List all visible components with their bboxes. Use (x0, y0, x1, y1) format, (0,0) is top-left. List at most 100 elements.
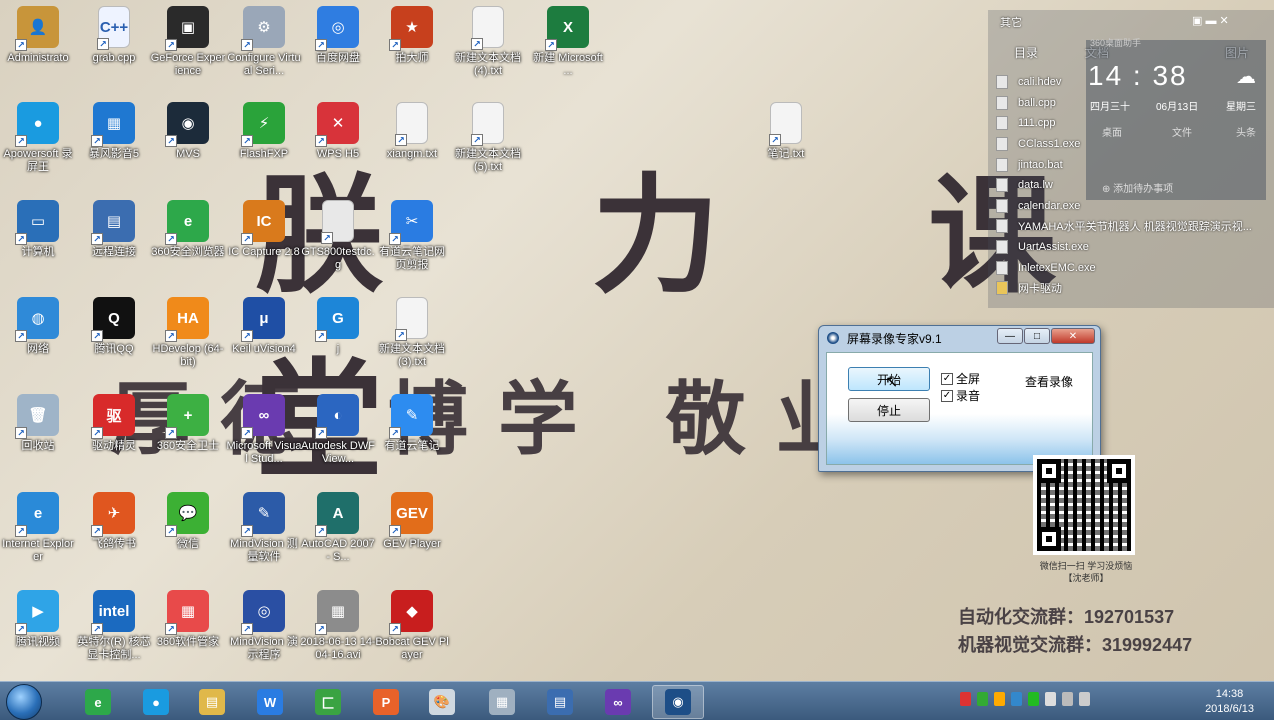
taskbar-button-recorder[interactable]: ◉ (652, 685, 704, 719)
desktop-icon[interactable]: ↗ GTS800testdc.g (300, 200, 376, 272)
desktop-icon[interactable]: ✕ ↗ WPS H5 (300, 102, 376, 161)
qr-finder (1107, 459, 1131, 483)
desktop-icon[interactable]: μ ↗ Keil uVision4 (226, 297, 302, 356)
volume-icon[interactable] (1079, 692, 1090, 706)
desktop-icon[interactable]: A ↗ AutoCAD 2007 - S... (300, 492, 376, 564)
desktop-icon[interactable]: ▦ ↗ 2018-06-13 14-04-16.avi (300, 590, 376, 662)
app-icon: ◆ ↗ (389, 590, 433, 635)
desktop-icon[interactable]: GEV ↗ GEV Player (374, 492, 450, 551)
desktop-icon[interactable]: e ↗ Internet Explorer (0, 492, 76, 564)
network-icon[interactable] (1062, 692, 1073, 706)
desktop-icon[interactable]: ◐ ↗ Autodesk DWF View... (300, 394, 376, 466)
desktop-icon[interactable]: ▦ ↗ 360软件管家 (150, 590, 226, 649)
list-item[interactable]: InletexEMC.exe (996, 257, 1266, 278)
list-item[interactable]: data.lw (996, 175, 1266, 196)
taskbar-button-calculator[interactable]: ▦ (476, 685, 528, 719)
desktop-icon[interactable]: 👤 ↗ Administrato (0, 6, 76, 65)
list-item[interactable]: 111.cpp (996, 113, 1266, 134)
close-button[interactable]: ✕ (1051, 328, 1095, 344)
desktop-icon[interactable]: ✎ ↗ 有道云笔记 (374, 394, 450, 453)
desktop-icon[interactable]: 💬 ↗ 微信 (150, 492, 226, 551)
taskbar-button-wps-ppt[interactable]: P (360, 685, 412, 719)
desktop-icon[interactable]: ● ↗ Apowersoft 录屏王 (0, 102, 76, 174)
desktop-icon[interactable]: ◎ ↗ MindVision 演示程序 (226, 590, 302, 662)
desktop-icon[interactable]: ▶ ↗ 腾讯视频 (0, 590, 76, 649)
icon-label: 英特尔(R) 核芯显卡控制... (77, 636, 151, 661)
list-item[interactable]: jintao.bat (996, 154, 1266, 175)
desktop-icon[interactable]: ↗ 笔记.txt (748, 102, 824, 161)
taskbar-clock[interactable]: 14:38 2018/6/13 (1205, 687, 1254, 717)
list-item[interactable]: ball.cpp (996, 93, 1266, 114)
system-tray[interactable] (960, 692, 1090, 706)
file-name: calendar.exe (1018, 199, 1081, 212)
desktop-icon[interactable]: + ↗ 360安全卫士 (150, 394, 226, 453)
icon-label: Keil uVision4 (232, 343, 296, 355)
list-item[interactable]: 网卡驱动 (996, 278, 1266, 299)
list-item[interactable]: YAMAHA水平关节机器人 机器视觉跟踪演示视... (996, 216, 1266, 237)
icon-label: grab.cpp (92, 52, 136, 64)
list-item[interactable]: CClass1.exe (996, 134, 1266, 155)
desktop-icon[interactable]: Q ↗ 腾讯QQ (76, 297, 152, 356)
desktop-icon[interactable]: e ↗ 360安全浏览器 (150, 200, 226, 259)
check-icon: ✓ (941, 372, 953, 385)
start-button[interactable] (6, 684, 42, 720)
desktop-icon[interactable]: ◎ ↗ 百度网盘 (300, 6, 376, 65)
tray-icon[interactable] (960, 692, 971, 706)
desktop-icon[interactable]: ↗ xiangm.txt (374, 102, 450, 161)
desktop-icon[interactable]: C++ ↗ grab.cpp (76, 6, 152, 65)
taskbar-button-360-browser[interactable]: e (72, 685, 124, 719)
desktop-icon[interactable]: ✈ ↗ 飞鸽传书 (76, 492, 152, 551)
desktop-icon[interactable]: ◉ ↗ MVS (150, 102, 226, 161)
desktop-icon[interactable]: 驱 ↗ 驱动精灵 (76, 394, 152, 453)
desktop-icon[interactable]: ◍ ↗ 网络 (0, 297, 76, 356)
taskbar-button-vs[interactable]: ∞ (592, 685, 644, 719)
desktop-icon[interactable]: ★ ↗ 拍大师 (374, 6, 450, 65)
desktop-icon[interactable]: ◆ ↗ Bobcat GEV Player (374, 590, 450, 662)
list-item[interactable]: calendar.exe (996, 196, 1266, 217)
desktop-icon[interactable]: 🗑 ↗ 回收站 (0, 394, 76, 453)
desktop-icon[interactable]: X ↗ 新建 Microsoft ... (530, 6, 606, 78)
taskbar-button-apowersoft[interactable]: ● (130, 685, 182, 719)
tab-directory[interactable]: 目录 (1014, 44, 1038, 61)
audio-checkbox[interactable]: ✓ 录音 (941, 387, 980, 404)
tray-icon[interactable] (1028, 692, 1039, 706)
shortcut-arrow-icon: ↗ (389, 233, 401, 245)
tray-icon[interactable] (1011, 692, 1022, 706)
desktop-icon[interactable]: ∞ ↗ Microsoft Visual Stud... (226, 394, 302, 466)
desktop-icon[interactable]: ↗ 新建文本文档 (4).txt (450, 6, 526, 78)
minimize-button[interactable]: — (997, 328, 1023, 344)
stop-button[interactable]: 停止 (848, 398, 930, 422)
sidebar-controls[interactable]: ▣ ▬ ✕ (1192, 14, 1229, 27)
desktop-icon[interactable]: intel ↗ 英特尔(R) 核芯显卡控制... (76, 590, 152, 662)
taskbar-button-wps-writer[interactable]: W (244, 685, 296, 719)
tray-icon[interactable] (977, 692, 988, 706)
desktop-icon[interactable]: ⚡ ↗ FlashFXP (226, 102, 302, 161)
fullscreen-checkbox[interactable]: ✓ 全屏 (941, 370, 980, 387)
list-item[interactable]: cali.hdev (996, 72, 1266, 93)
desktop-icon[interactable]: ▦ ↗ 暴风影音5 (76, 102, 152, 161)
desktop-icon[interactable]: ▤ ↗ 远程连接 (76, 200, 152, 259)
desktop-icon[interactable]: ↗ 新建文本文档 (5).txt (450, 102, 526, 174)
desktop-icon[interactable]: ✎ ↗ MindVision 测量软件 (226, 492, 302, 564)
taskbar-button-paint[interactable]: 🎨 (416, 685, 468, 719)
taskbar-button-remote[interactable]: ▤ (534, 685, 586, 719)
desktop-icon[interactable]: ↗ 新建文本文档 (3).txt (374, 297, 450, 369)
desktop-icon[interactable]: ▭ ↗ 计算机 (0, 200, 76, 259)
taskbar-button-green-app[interactable]: 匚 (302, 685, 354, 719)
maximize-button[interactable]: □ (1024, 328, 1050, 344)
desktop-icon[interactable]: HA ↗ HDevelop (64-bit) (150, 297, 226, 369)
desktop-icon[interactable]: IC ↗ IC Capture 2.8 (226, 200, 302, 259)
desktop-icon[interactable]: ✂ ↗ 有道云笔记网页剪报 (374, 200, 450, 272)
tray-icon[interactable] (994, 692, 1005, 706)
calculator-icon: ▦ (489, 689, 515, 715)
desktop-icon[interactable]: ⚙ ↗ Configure Virtual Seri... (226, 6, 302, 78)
shortcut-arrow-icon: ↗ (15, 330, 27, 342)
icon-label: 腾讯视频 (16, 636, 60, 648)
tray-icon[interactable] (1045, 692, 1056, 706)
icon-label: 飞鸽传书 (92, 538, 136, 550)
list-item[interactable]: UartAssist.exe (996, 237, 1266, 258)
desktop-icon[interactable]: ▣ ↗ GeForce Experience (150, 6, 226, 78)
taskbar-button-explorer[interactable]: ▤ (186, 685, 238, 719)
view-recordings-link[interactable]: 查看录像 (1025, 373, 1073, 390)
desktop-icon[interactable]: G ↗ j (300, 297, 376, 356)
